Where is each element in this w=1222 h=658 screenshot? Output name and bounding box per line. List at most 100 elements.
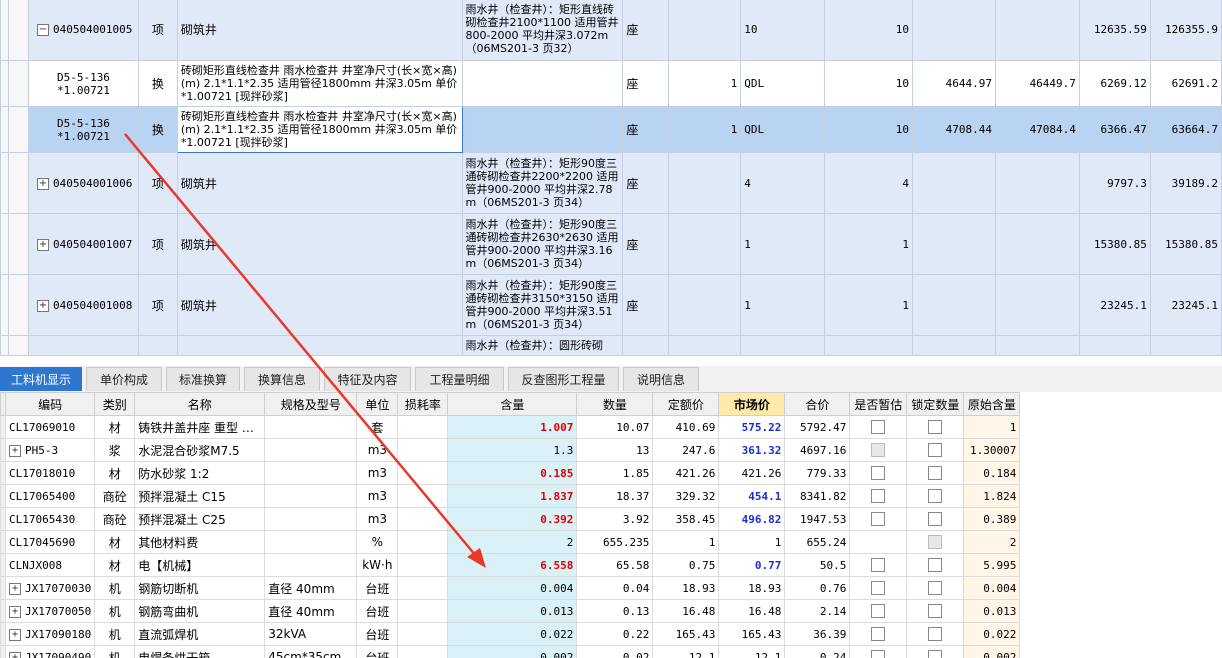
provisional-checkbox[interactable] [871, 650, 886, 658]
provisional-checkbox-cell[interactable] [849, 576, 908, 600]
resource-loss[interactable] [397, 507, 449, 531]
resource-market-price[interactable]: 16.48 [718, 599, 786, 623]
resource-spec[interactable] [264, 484, 358, 508]
resource-market-price[interactable]: 454.1 [718, 484, 786, 508]
bill-row[interactable]: D5-5-136 *1.00721 换砖砌矩形直线检查井 雨水检查井 井室净尺寸(… [0, 106, 1222, 153]
item-code-cell[interactable]: D5-5-136 *1.00721 [27, 60, 139, 107]
column-header[interactable]: 类别 [94, 392, 136, 416]
resource-market-price[interactable]: 12.1 [718, 645, 786, 658]
resource-code[interactable]: + JX17070050 [4, 599, 96, 623]
resource-market-price[interactable]: 18.93 [718, 576, 786, 600]
resource-market-price[interactable]: 165.43 [718, 622, 786, 646]
resource-row[interactable]: CL17018010 材防水砂浆 1:2 m3 0.185 1.85 421.26 421.… [0, 461, 1021, 485]
resource-row[interactable]: CL17065430 商砼 预拌混凝土 C25 m3 0.392 3.92 358.45 49… [0, 507, 1021, 531]
resource-name[interactable]: 钢筋弯曲机 [134, 599, 266, 623]
resource-market-price[interactable]: 421.26 [718, 461, 786, 485]
lock-quantity-checkbox[interactable] [928, 558, 943, 572]
resource-name[interactable]: 防水砂浆 1:2 [134, 461, 266, 485]
column-header[interactable]: 锁定数量 [906, 392, 965, 416]
resource-content[interactable]: 0.002 [447, 645, 578, 658]
resource-spec[interactable]: 32kVA [264, 622, 358, 646]
resource-market-price[interactable]: 361.32 [718, 438, 786, 462]
resource-spec[interactable] [264, 461, 358, 485]
column-header[interactable]: 市场价 [718, 392, 786, 416]
provisional-checkbox[interactable] [871, 604, 886, 618]
lock-quantity-checkbox[interactable] [928, 627, 943, 641]
column-header[interactable]: 规格及型号 [264, 392, 358, 416]
resource-content[interactable]: 0.392 [447, 507, 578, 531]
resource-loss[interactable] [397, 530, 449, 554]
tab-3[interactable]: 换算信息 [244, 367, 320, 391]
item-name[interactable]: 砖砌矩形直线检查井 雨水检查井 井室净尺寸(长×宽×高)(m) 2.1*1.1*… [176, 60, 463, 107]
expand-icon[interactable]: + [9, 628, 21, 641]
resource-code[interactable]: + PH5-3 [4, 438, 96, 462]
resource-name[interactable]: 其他材料费 [134, 530, 266, 554]
lock-checkbox-cell[interactable] [906, 415, 965, 439]
lock-quantity-checkbox[interactable] [928, 489, 943, 503]
resource-content[interactable]: 6.558 [447, 553, 578, 577]
provisional-checkbox[interactable] [871, 512, 886, 526]
lock-quantity-checkbox[interactable] [928, 604, 943, 618]
resource-content[interactable]: 1.3 [447, 438, 578, 462]
item-code-cell[interactable]: −040504001005 [27, 0, 139, 61]
item-code-cell[interactable]: +040504001008 [27, 274, 139, 336]
tab-2[interactable]: 标准换算 [166, 367, 240, 391]
lock-quantity-checkbox[interactable] [928, 535, 943, 549]
lock-quantity-checkbox[interactable] [928, 466, 943, 480]
resource-market-price[interactable]: 0.77 [718, 553, 786, 577]
item-name[interactable]: 砖砌矩形直线检查井 雨水检查井 井室净尺寸(长×宽×高)(m) 2.1*1.1*… [176, 106, 463, 153]
resource-row[interactable]: + JX17070030 机钢筋切断机 直径 40mm 台班 0.004 0.04 18.93… [0, 576, 1021, 600]
resource-name[interactable]: 电【机械】 [134, 553, 266, 577]
resource-spec[interactable] [264, 507, 358, 531]
lock-checkbox-cell[interactable] [906, 599, 965, 623]
resource-row[interactable]: + JX17090180 机直流弧焊机 32kVA 台班 0.022 0.22 165.43 1… [0, 622, 1021, 646]
lock-checkbox-cell[interactable] [906, 507, 965, 531]
resource-code[interactable]: CL17045690 [4, 530, 96, 554]
column-header[interactable]: 名称 [134, 392, 266, 416]
resource-spec[interactable]: 45cm*35cm… [264, 645, 358, 658]
resource-code[interactable]: CL17065400 [4, 484, 96, 508]
resource-spec[interactable] [264, 415, 358, 439]
resource-content[interactable]: 0.013 [447, 599, 578, 623]
tab-6[interactable]: 反查图形工程量 [508, 367, 619, 391]
resource-row[interactable]: CLNJX008 材电【机械】 kW·h 6.558 65.58 0.75 0.77 50.5… [0, 553, 1021, 577]
tab-4[interactable]: 特征及内容 [324, 367, 411, 391]
provisional-checkbox-cell[interactable] [849, 553, 908, 577]
provisional-checkbox-cell[interactable] [849, 622, 908, 646]
resource-code[interactable]: + JX17090180 [4, 622, 96, 646]
tab-5[interactable]: 工程量明细 [415, 367, 504, 391]
resource-row[interactable]: CL17065400 商砼 预拌混凝土 C15 m3 1.837 18.37 329.32 4… [0, 484, 1021, 508]
lock-checkbox-cell[interactable] [906, 461, 965, 485]
lock-quantity-checkbox[interactable] [928, 581, 943, 595]
provisional-checkbox-cell[interactable] [849, 645, 908, 658]
resource-name[interactable]: 预拌混凝土 C15 [134, 484, 266, 508]
resource-content[interactable]: 2 [447, 530, 578, 554]
provisional-checkbox[interactable] [871, 466, 886, 480]
bill-row[interactable]: 雨水井（检查井）：圆形砖砌 [0, 335, 1222, 356]
lock-checkbox-cell[interactable] [906, 530, 965, 554]
bill-row[interactable]: +040504001006 项砌筑井 雨水井（检查井）：矩形90度三通砖砌检查井22… [0, 152, 1222, 214]
expand-icon[interactable]: + [9, 444, 21, 457]
resource-row[interactable]: + JX17070050 机钢筋弯曲机 直径 40mm 台班 0.013 0.13 16.48… [0, 599, 1021, 623]
column-header[interactable]: 定额价 [652, 392, 720, 416]
lock-checkbox-cell[interactable] [906, 484, 965, 508]
resource-loss[interactable] [397, 599, 449, 623]
column-header[interactable]: 编码 [4, 392, 96, 416]
provisional-checkbox[interactable] [871, 581, 886, 595]
lock-checkbox-cell[interactable] [906, 622, 965, 646]
expand-icon[interactable]: + [9, 651, 21, 658]
resource-market-price[interactable]: 575.22 [718, 415, 786, 439]
collapse-icon[interactable]: − [36, 23, 49, 36]
provisional-checkbox[interactable] [871, 558, 886, 572]
resource-loss[interactable] [397, 576, 449, 600]
item-code-cell[interactable]: +040504001007 [27, 213, 139, 275]
expand-icon[interactable]: + [36, 299, 49, 312]
provisional-checkbox-cell[interactable] [849, 507, 908, 531]
item-code-cell[interactable] [27, 335, 139, 356]
resource-name[interactable]: 电焊条烘干箱 [134, 645, 266, 658]
item-code-cell[interactable]: +040504001006 [27, 152, 139, 214]
resource-code[interactable]: CL17018010 [4, 461, 96, 485]
bill-row[interactable]: +040504001007 项砌筑井 雨水井（检查井）：矩形90度三通砖砌检查井26… [0, 213, 1222, 275]
resource-spec[interactable]: 直径 40mm [264, 599, 358, 623]
column-header[interactable]: 是否暂估 [849, 392, 908, 416]
